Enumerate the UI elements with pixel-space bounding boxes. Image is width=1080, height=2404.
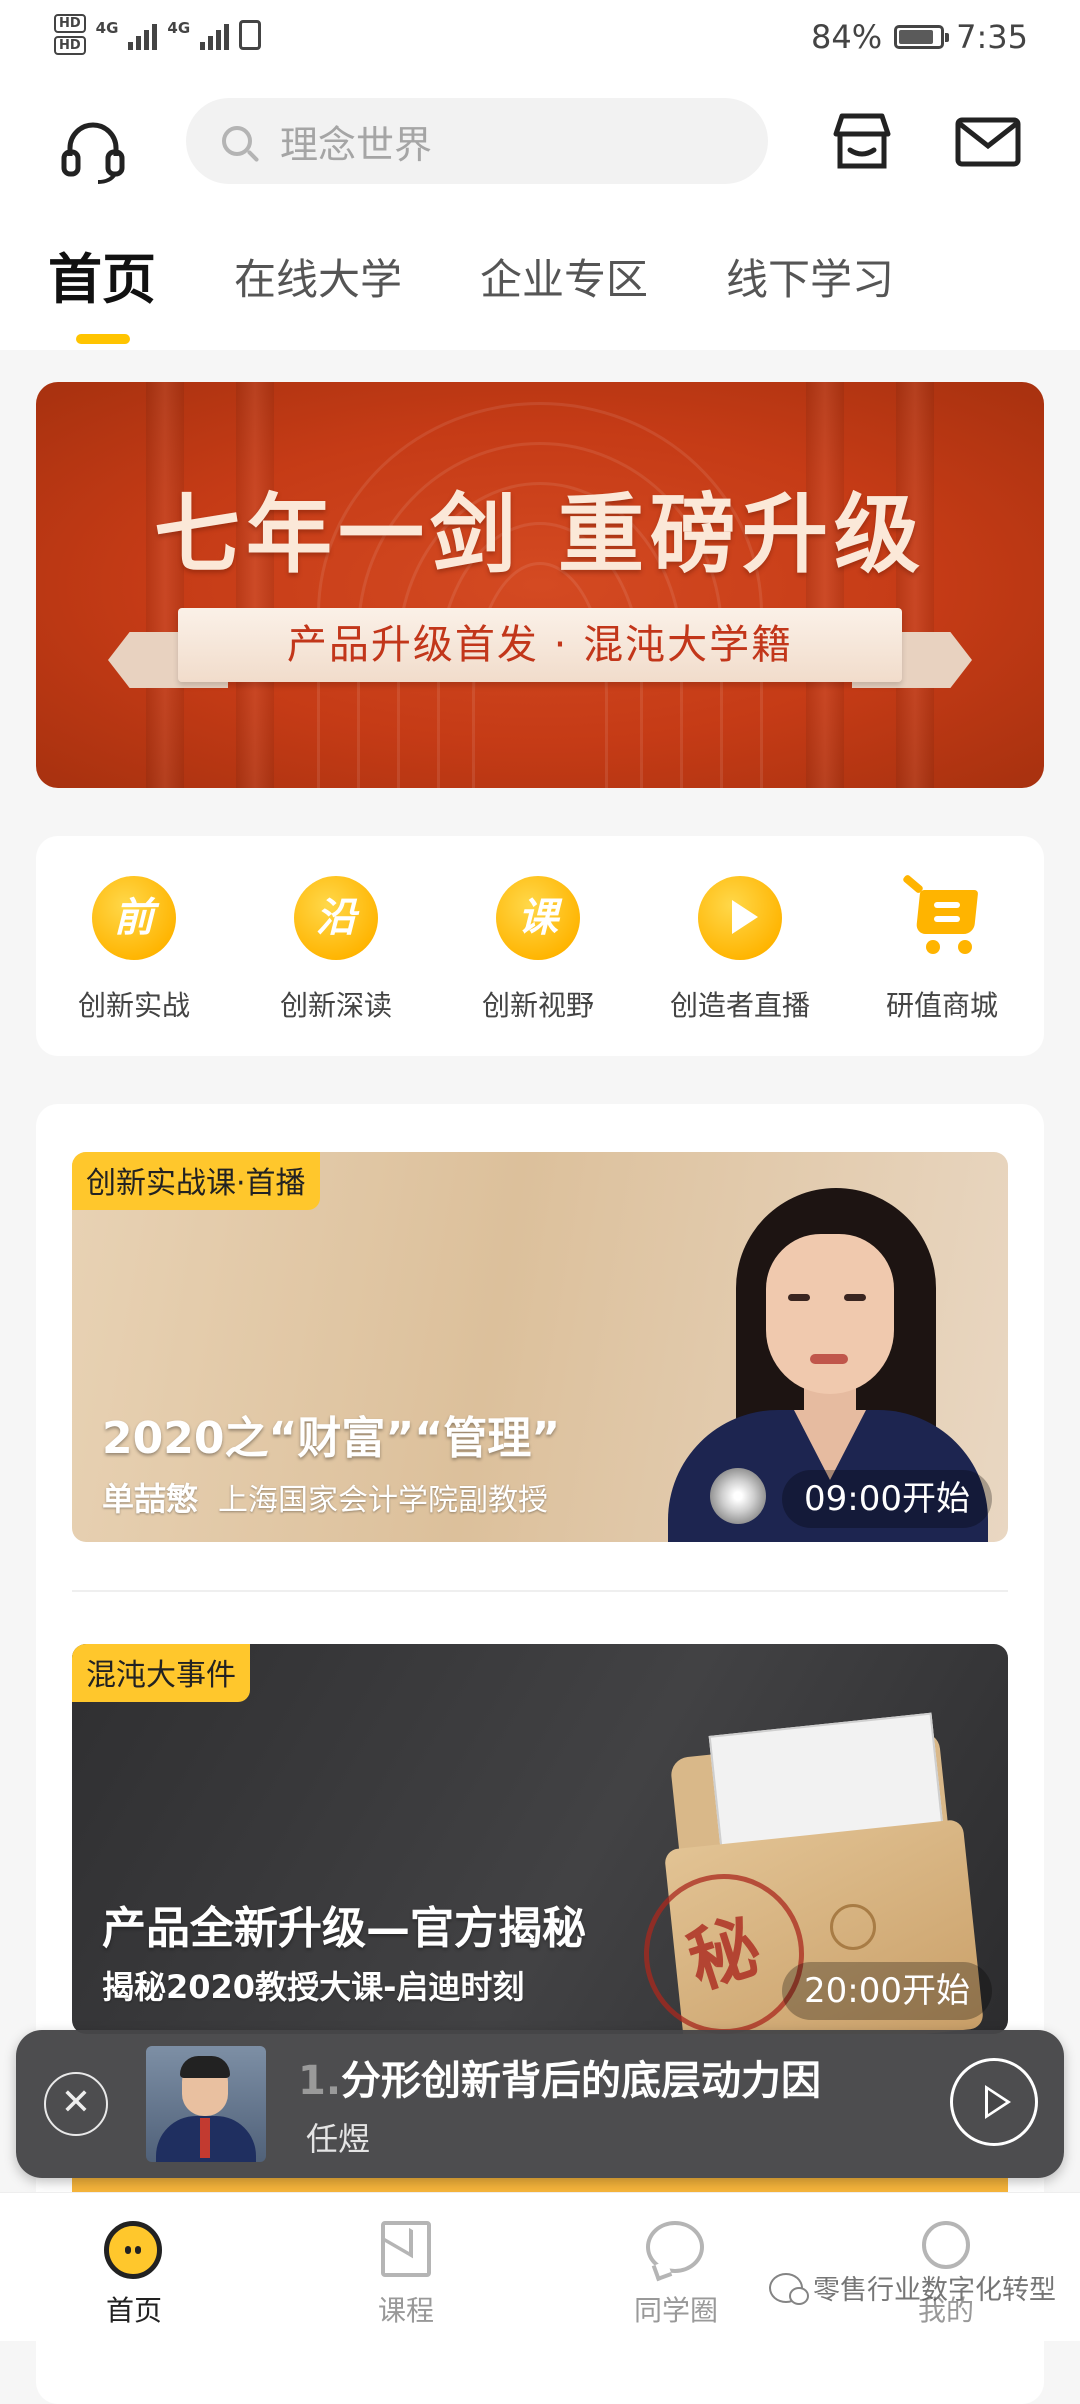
cart-icon bbox=[900, 873, 984, 960]
tab-label: 在线大学 bbox=[234, 255, 403, 304]
start-time-badge: 20:00开始 bbox=[782, 1962, 992, 2020]
search-placeholder: 理念世界 bbox=[280, 122, 433, 167]
status-bar: HD HD 4G 4G 84% 7:35 bbox=[0, 0, 1080, 80]
player-title: 1.分形创新背后的底层动力因 bbox=[298, 2048, 821, 2106]
chat-bubble-icon bbox=[646, 2221, 704, 2273]
top-tabs: 首页 在线大学 企业专区 线下学习 bbox=[48, 250, 972, 350]
ke-badge-icon: 课 bbox=[496, 876, 580, 960]
hd-badge: HD bbox=[54, 14, 86, 33]
banner-ribbon: 产品升级首发 · 混沌大学籍 bbox=[108, 608, 972, 704]
category-label: 研值商城 bbox=[885, 989, 998, 1022]
headset-icon[interactable] bbox=[58, 118, 128, 192]
tab-online-university[interactable]: 在线大学 bbox=[234, 250, 402, 350]
hd-badge: HD bbox=[54, 36, 86, 55]
home-icon bbox=[104, 2221, 162, 2279]
mini-player[interactable]: ✕ 1.分形创新背后的底层动力因 任煜 bbox=[16, 2030, 1064, 2178]
profile-icon bbox=[922, 2221, 970, 2269]
category-label: 创新实战 bbox=[77, 989, 190, 1022]
nav-label: 首页 bbox=[105, 2294, 162, 2327]
banner-title: 七年一剑 重磅升级 bbox=[154, 485, 926, 585]
app-header: 理念世界 首页 在线大学 企业专区 线下学习 bbox=[0, 80, 1080, 350]
clock: 7:35 bbox=[956, 18, 1028, 56]
store-icon[interactable] bbox=[826, 106, 898, 182]
signal-icon bbox=[128, 20, 158, 50]
battery-icon bbox=[894, 25, 950, 49]
course-tag: 创新实战课·首播 bbox=[72, 1152, 320, 1210]
status-left: HD HD 4G 4G bbox=[54, 14, 262, 55]
course-card[interactable]: 创新实战课·首播 2020之“财富”“管理” 单喆慜 上海国家会计学院副教授 09… bbox=[72, 1152, 1008, 1542]
active-tab-indicator bbox=[76, 334, 130, 344]
start-time-badge: 09:00开始 bbox=[782, 1470, 992, 1528]
category-grid: 前 创新实战 沿 创新深读 课 创新视野 创造者直播 研值商城 bbox=[36, 836, 1044, 1056]
watermark-text: 零售行业数字化转型 bbox=[813, 2275, 1056, 2306]
search-input[interactable]: 理念世界 bbox=[186, 98, 768, 184]
play-circle-icon bbox=[698, 876, 782, 960]
promo-banner[interactable]: 七年一剑 重磅升级 产品升级首发 · 混沌大学籍 bbox=[36, 382, 1044, 788]
tab-label: 首页 bbox=[48, 248, 156, 311]
wechat-logo-icon bbox=[769, 2272, 809, 2305]
category-label: 创新深读 bbox=[279, 989, 392, 1022]
category-innovation-reading[interactable]: 沿 创新深读 bbox=[236, 876, 436, 1024]
nav-label: 同学圈 bbox=[633, 2294, 718, 2327]
tab-label: 线下学习 bbox=[726, 255, 895, 304]
category-label: 创新视野 bbox=[481, 989, 594, 1022]
course-speaker-line: 单喆慜 上海国家会计学院副教授 bbox=[102, 1474, 548, 1520]
vibrate-icon bbox=[239, 19, 262, 50]
speaker-name: 单喆慜 bbox=[102, 1480, 199, 1518]
category-innovation-practice[interactable]: 前 创新实战 bbox=[34, 876, 234, 1024]
course-title: 产品全新升级—官方揭秘 bbox=[102, 1903, 586, 1954]
track-title: 分形创新背后的底层动力因 bbox=[341, 2058, 822, 2104]
nav-label: 课程 bbox=[377, 2294, 434, 2327]
course-card[interactable]: 秘 混沌大事件 产品全新升级—官方揭秘 揭秘2020教授大课-启迪时刻 20:0… bbox=[72, 1644, 1008, 2034]
divider bbox=[72, 1590, 1008, 1592]
qian-badge-icon: 前 bbox=[92, 876, 176, 960]
battery-percent: 84% bbox=[811, 18, 883, 56]
tab-label: 企业专区 bbox=[480, 255, 649, 304]
nav-classmates[interactable]: 同学圈 bbox=[596, 2221, 756, 2329]
yan-badge-icon: 沿 bbox=[294, 876, 378, 960]
lecturer-thumbnail bbox=[146, 2046, 266, 2162]
bottom-nav: 首页 课程 同学圈 我的 bbox=[0, 2192, 1080, 2341]
mail-icon[interactable] bbox=[952, 106, 1024, 182]
status-right: 84% 7:35 bbox=[811, 18, 1028, 56]
category-label: 创造者直播 bbox=[669, 989, 810, 1022]
speaker-title: 上海国家会计学院副教授 bbox=[218, 1483, 549, 1518]
play-button[interactable] bbox=[950, 2058, 1038, 2146]
watermark: 零售行业数字化转型 bbox=[769, 2268, 1056, 2307]
search-icon bbox=[222, 126, 252, 156]
tab-enterprise[interactable]: 企业专区 bbox=[480, 250, 648, 350]
network-type: 4G bbox=[95, 18, 119, 37]
course-icon bbox=[381, 2221, 431, 2277]
category-mall[interactable]: 研值商城 bbox=[842, 873, 1042, 1024]
category-creator-live[interactable]: 创造者直播 bbox=[640, 876, 840, 1024]
tab-home[interactable]: 首页 bbox=[48, 250, 156, 350]
play-icon bbox=[985, 2085, 1011, 2119]
close-player-button[interactable]: ✕ bbox=[44, 2072, 108, 2136]
signal-icon bbox=[200, 20, 230, 50]
nav-courses[interactable]: 课程 bbox=[326, 2221, 486, 2329]
hd-indicator: HD HD bbox=[54, 14, 86, 55]
category-innovation-vision[interactable]: 课 创新视野 bbox=[438, 876, 638, 1024]
tab-offline-learning[interactable]: 线下学习 bbox=[726, 250, 894, 350]
track-number: 1. bbox=[298, 2058, 342, 2104]
nav-home[interactable]: 首页 bbox=[54, 2221, 214, 2329]
course-subtitle: 揭秘2020教授大课-启迪时刻 bbox=[102, 1968, 525, 2006]
course-tag: 混沌大事件 bbox=[72, 1644, 250, 1702]
course-title: 2020之“财富”“管理” bbox=[102, 1413, 561, 1464]
network-type: 4G bbox=[167, 18, 191, 37]
player-author: 任煜 bbox=[306, 2120, 371, 2158]
banner-subtitle: 产品升级首发 · 混沌大学籍 bbox=[178, 608, 902, 682]
